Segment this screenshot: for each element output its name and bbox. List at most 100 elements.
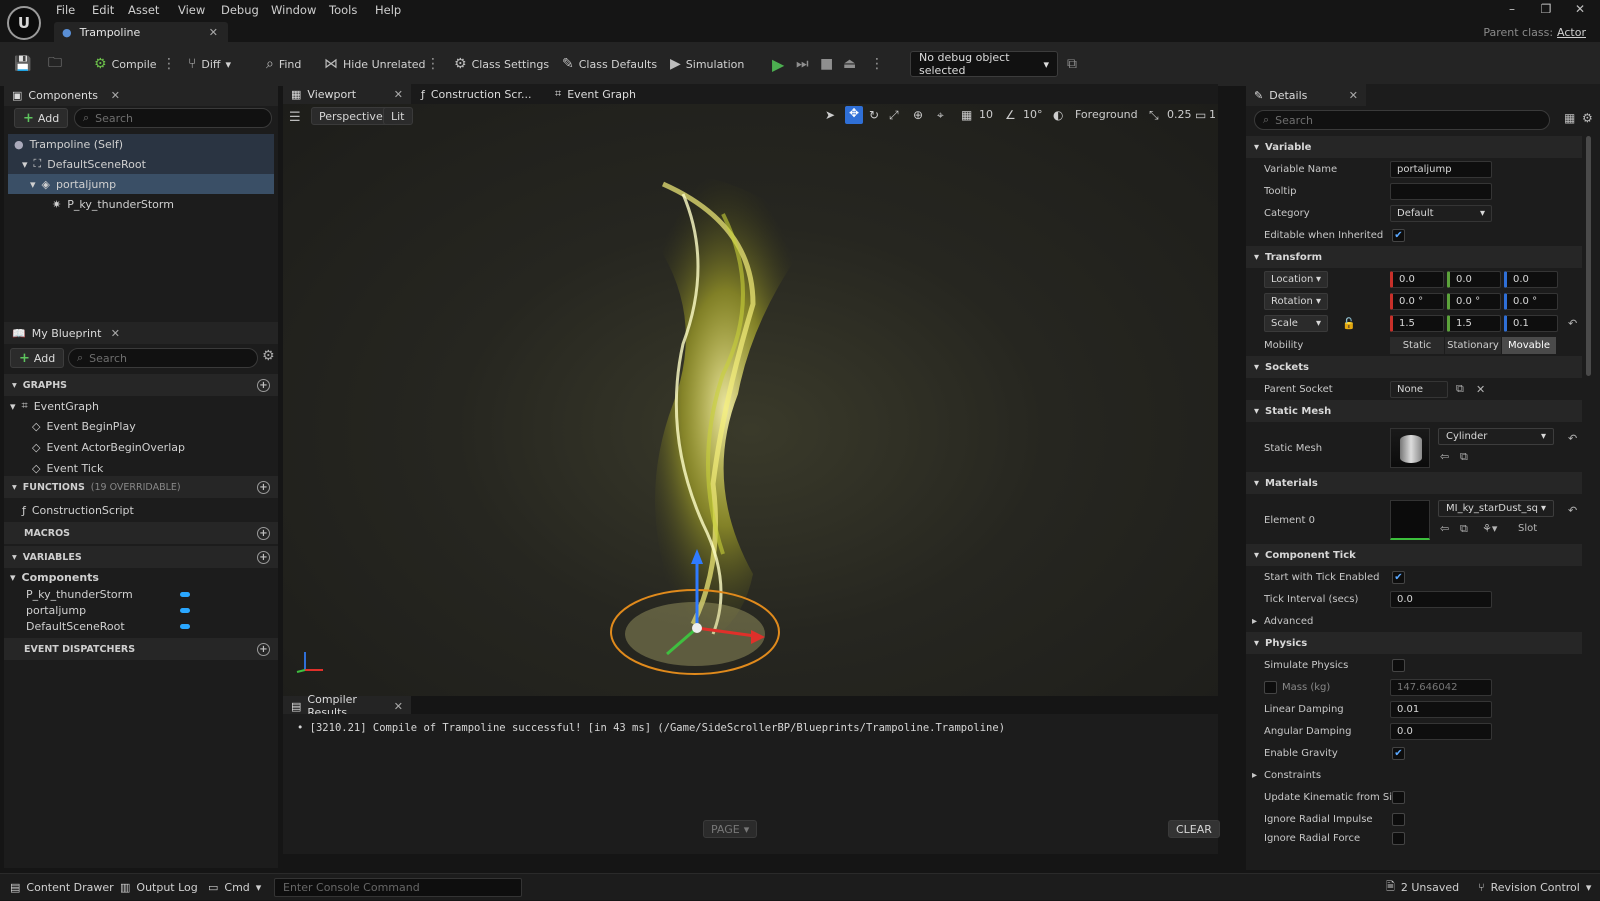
content-drawer-button[interactable]: ▤ Content Drawer xyxy=(10,874,114,901)
minimize-button[interactable]: – xyxy=(1496,2,1528,18)
unsaved-button[interactable]: 🗎 2 Unsaved xyxy=(1386,874,1459,901)
debug-object-select[interactable]: No debug object selected ▾ xyxy=(910,51,1058,77)
transform-section-header[interactable]: ▾ Transform xyxy=(1246,246,1582,268)
tree-item-defaultsceneroot[interactable]: ▾ ⛶ DefaultSceneRoot xyxy=(8,154,274,174)
compile-button[interactable]: ⚙ Compile xyxy=(94,42,157,86)
component-tick-section-header[interactable]: ▾ Component Tick xyxy=(1246,544,1582,566)
diff-button[interactable]: ⑂ Diff ▾ xyxy=(188,42,231,86)
play-options-button[interactable]: ⋮ xyxy=(870,42,884,86)
event-dispatchers-section[interactable]: EVENT DISPATCHERS + xyxy=(4,638,278,660)
tab-viewport[interactable]: ▦ Viewport ✕ xyxy=(283,84,411,104)
sockets-section-header[interactable]: ▾ Sockets xyxy=(1246,356,1582,378)
constraints-row[interactable]: ▸ Constraints xyxy=(1246,764,1582,786)
lock-icon[interactable]: 🔓 xyxy=(1342,317,1356,330)
tab-event-graph[interactable]: ⌗ Event Graph xyxy=(547,84,667,104)
materials-section-header[interactable]: ▾ Materials xyxy=(1246,472,1582,494)
material-select[interactable]: MI_ky_starDust_sq ▾ xyxy=(1438,500,1554,517)
details-tab[interactable]: ✎ Details ✕ xyxy=(1246,84,1366,106)
tick-interval-field[interactable]: 0.0 xyxy=(1390,590,1492,608)
cylinder-thumbnail[interactable] xyxy=(1390,428,1430,468)
add-graph-icon[interactable]: + xyxy=(257,378,270,392)
page-button[interactable]: PAGE ▾ xyxy=(703,820,758,838)
add-function-icon[interactable]: + xyxy=(257,480,270,494)
close-panel-icon[interactable]: ✕ xyxy=(1349,89,1358,102)
variable-section-header[interactable]: ▾ Variable xyxy=(1246,136,1582,158)
angular-damping-field[interactable]: 0.0 xyxy=(1390,722,1492,740)
rotation-mode-select[interactable]: Rotation ▾ xyxy=(1264,292,1328,310)
class-settings-button[interactable]: ⚙ Class Settings xyxy=(454,42,549,86)
parent-class-link[interactable]: Actor xyxy=(1557,26,1586,39)
revision-control-button[interactable]: ⑂ Revision Control ▾ xyxy=(1478,874,1591,901)
stop-button[interactable]: ■ xyxy=(820,42,833,86)
tree-item-thunderstorm[interactable]: ✷ P_ky_thunderStorm xyxy=(8,194,274,214)
scale-x-field[interactable]: 1.5 xyxy=(1390,314,1444,332)
mobility-static[interactable]: Static xyxy=(1390,336,1444,354)
compiler-results-tab[interactable]: ▤ Compiler Results ✕ xyxy=(283,693,411,719)
output-log-button[interactable]: ▥ Output Log xyxy=(120,874,198,901)
event-graph-item[interactable]: ▾ ⌗ EventGraph xyxy=(10,396,99,416)
physics-section-header[interactable]: ▾ Physics xyxy=(1246,632,1582,654)
mass-override-checkbox[interactable] xyxy=(1264,680,1277,694)
settings-gear-icon[interactable]: ⚙ xyxy=(262,348,275,364)
close-panel-icon[interactable]: ✕ xyxy=(111,327,120,340)
advanced-row[interactable]: ▸ Advanced xyxy=(1246,610,1582,632)
radial-impulse-checkbox[interactable] xyxy=(1392,812,1405,826)
add-macro-icon[interactable]: + xyxy=(257,526,270,540)
components-tab[interactable]: ▣ Components ✕ xyxy=(4,84,278,106)
event-item[interactable]: ◇ Event BeginPlay xyxy=(32,416,136,436)
construction-script-item[interactable]: ƒ ConstructionScript xyxy=(22,500,134,520)
step-button[interactable]: ⏭ xyxy=(796,42,809,86)
play-button[interactable]: ▶ xyxy=(772,42,784,86)
material-options-icon[interactable]: ⚘▾ xyxy=(1482,522,1497,535)
editable-inherited-checkbox[interactable]: ✔ xyxy=(1392,228,1405,242)
find-button[interactable]: ⌕ Find xyxy=(266,42,301,86)
event-item[interactable]: ◇ Event ActorBeginOverlap xyxy=(32,437,185,457)
save-button[interactable]: 💾 xyxy=(14,42,31,86)
table-view-icon[interactable]: ▦ xyxy=(1564,111,1575,125)
event-item[interactable]: ◇ Event Tick xyxy=(32,458,103,478)
variable-name-field[interactable]: portaljump xyxy=(1390,160,1492,178)
close-window-button[interactable]: ✕ xyxy=(1564,2,1596,18)
location-x-field[interactable]: 0.0 xyxy=(1390,270,1444,288)
scale-y-field[interactable]: 1.5 xyxy=(1447,314,1501,332)
menu-help[interactable]: Help xyxy=(375,3,401,19)
menu-asset[interactable]: Asset xyxy=(128,3,159,19)
category-select[interactable]: Default ▾ xyxy=(1390,204,1492,222)
reset-arrow-icon[interactable]: ↶ xyxy=(1568,504,1577,517)
variables-section[interactable]: ▾ VARIABLES + xyxy=(4,546,278,568)
browse-asset-icon[interactable]: ⧉ xyxy=(1460,522,1468,536)
mobility-stationary[interactable]: Stationary xyxy=(1445,336,1501,354)
tab-construction-script[interactable]: ƒ Construction Scr... xyxy=(413,84,543,104)
browse-asset-icon[interactable]: ⧉ xyxy=(1460,450,1468,464)
rotation-x-field[interactable]: 0.0 ° xyxy=(1390,292,1444,310)
compile-options-button[interactable]: ⋮ xyxy=(162,42,176,86)
reset-arrow-icon[interactable]: ↶ xyxy=(1568,317,1577,330)
reset-arrow-icon[interactable]: ↶ xyxy=(1568,432,1577,445)
add-dispatcher-icon[interactable]: + xyxy=(257,642,270,656)
update-kinematic-checkbox[interactable] xyxy=(1392,790,1405,804)
use-selected-icon[interactable]: ⇦ xyxy=(1440,522,1449,535)
material-thumbnail[interactable] xyxy=(1390,500,1430,540)
simulation-button[interactable]: ▶ Simulation xyxy=(670,42,744,86)
viewport[interactable]: ☰ Perspective Lit ➤ ✥ ↻ ⤢ ⊕ ⌖ ▦ 10 ∠ 10°… xyxy=(283,104,1218,696)
menu-view[interactable]: View xyxy=(178,3,205,19)
browse-button[interactable]: 🗀 xyxy=(48,42,62,86)
static-mesh-section-header[interactable]: ▾ Static Mesh xyxy=(1246,400,1582,422)
functions-section[interactable]: ▾ FUNCTIONS (19 OVERRIDABLE) + xyxy=(4,476,278,498)
static-mesh-select[interactable]: Cylinder ▾ xyxy=(1438,428,1554,445)
eject-button[interactable]: ⏏ xyxy=(843,42,856,86)
variable-item[interactable]: DefaultSceneRoot xyxy=(26,616,190,636)
macros-section[interactable]: MACROS + xyxy=(4,522,278,544)
details-settings-icon[interactable]: ⚙ xyxy=(1582,111,1593,125)
clear-socket-icon[interactable]: ✕ xyxy=(1476,383,1485,396)
close-tab-icon[interactable]: ✕ xyxy=(209,26,218,39)
hide-unrelated-button[interactable]: ⋈ Hide Unrelated xyxy=(324,42,426,86)
document-tab[interactable]: ● Trampoline ✕ xyxy=(54,22,228,42)
my-blueprint-tab[interactable]: 📖 My Blueprint ✕ xyxy=(4,322,278,344)
cmd-select[interactable]: ▭ Cmd ▾ xyxy=(208,874,261,901)
add-variable-icon[interactable]: + xyxy=(257,550,270,564)
details-search-input[interactable]: ⌕ Search xyxy=(1254,110,1550,130)
menu-tools[interactable]: Tools xyxy=(329,3,357,19)
components-search-input[interactable]: ⌕ Search xyxy=(74,108,272,128)
menu-debug[interactable]: Debug xyxy=(221,3,259,19)
